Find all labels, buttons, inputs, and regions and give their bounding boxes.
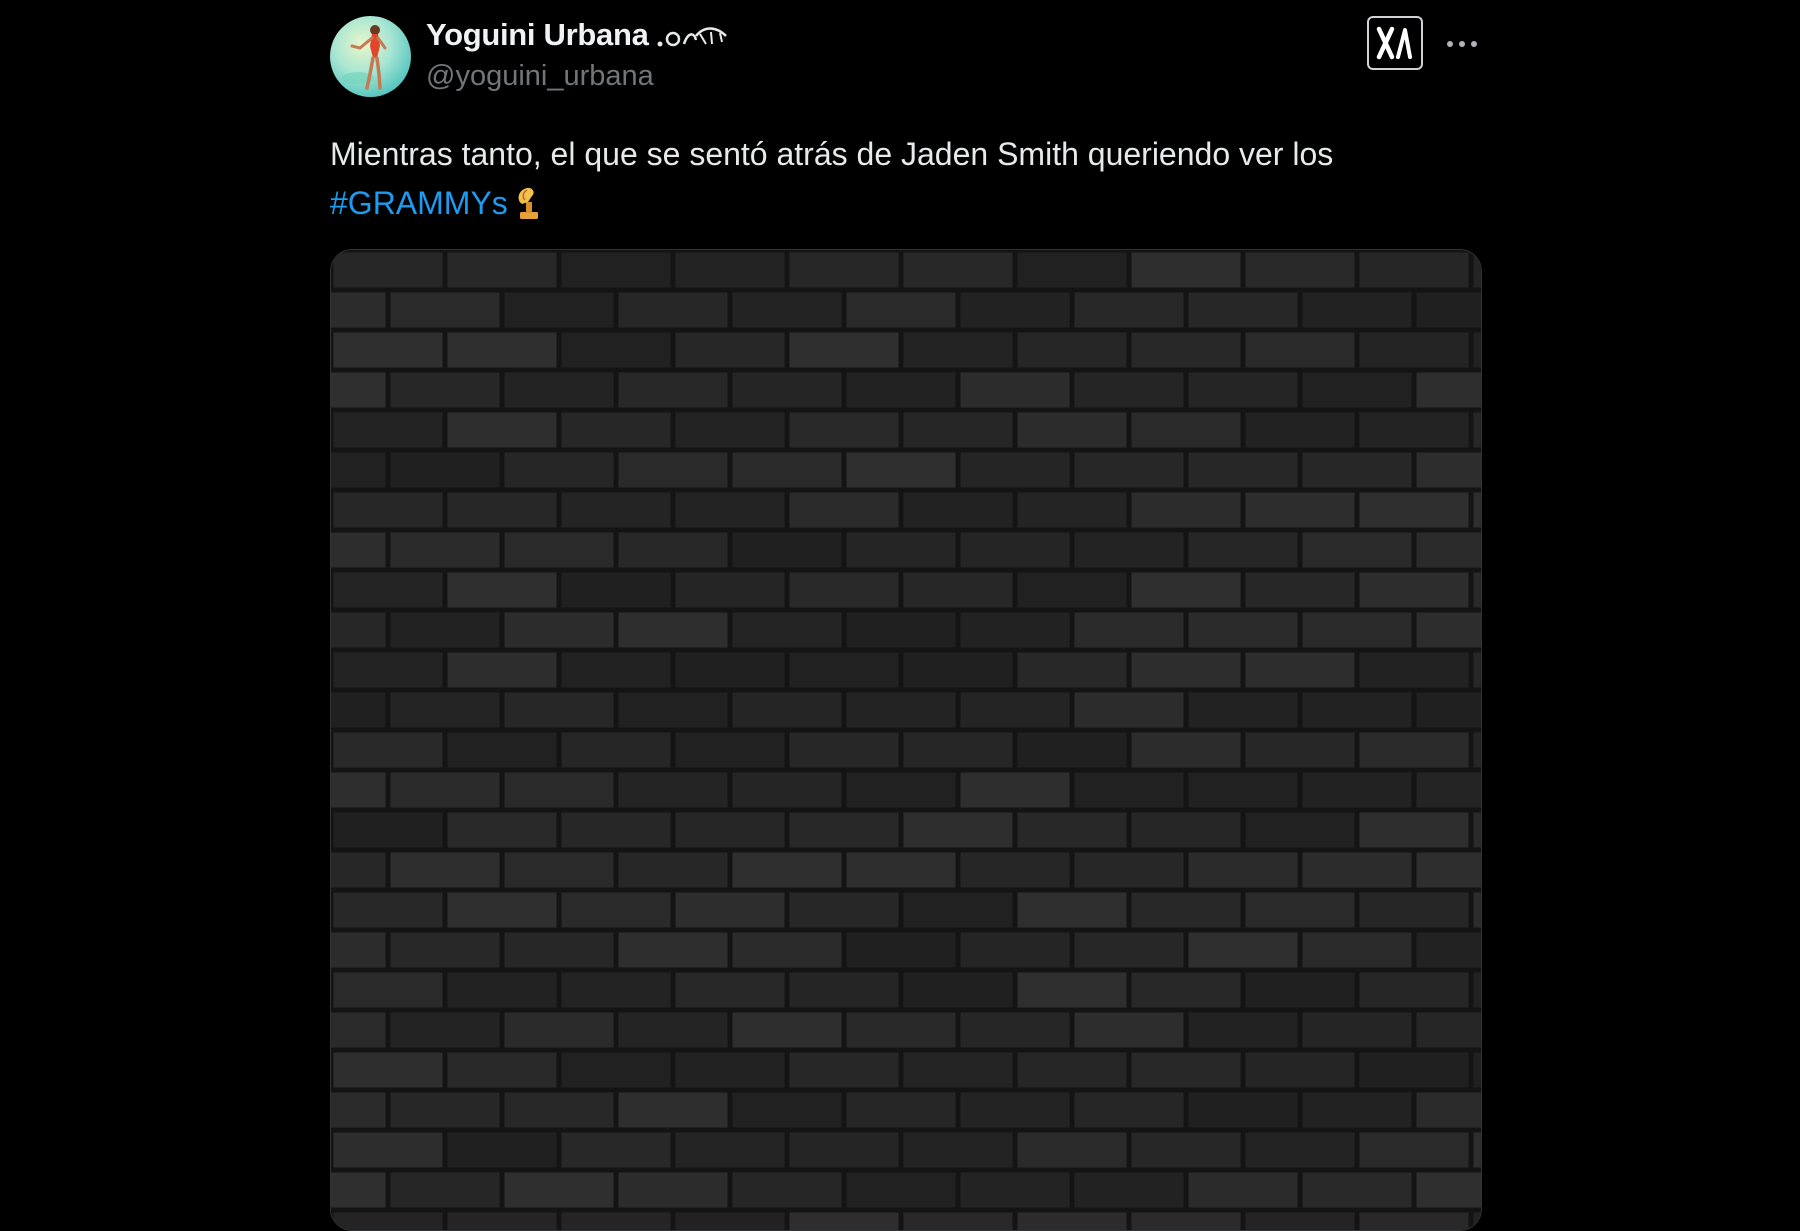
more-options-icon — [1447, 41, 1477, 47]
tweet-media-image[interactable] — [330, 249, 1482, 1231]
hashtag-link[interactable]: #GRAMMYs — [330, 185, 508, 221]
x-logo-button[interactable] — [1367, 16, 1423, 70]
ornament-icon — [656, 24, 728, 55]
tweet-text-line: Mientras tanto, el que se sentó atrás de… — [330, 136, 1334, 172]
tweet-card: Yoguini Urbana @yoguini_urbana Mientras … — [330, 0, 1482, 1231]
avatar-photo — [342, 25, 387, 90]
brick-wall-image — [331, 250, 1481, 1230]
tweet-text: Mientras tanto, el que se sentó atrás de… — [330, 130, 1480, 234]
author-handle[interactable]: @yoguini_urbana — [426, 60, 654, 93]
tweet-text-line-2: #GRAMMYs — [330, 179, 1480, 234]
more-options-button[interactable] — [1442, 24, 1482, 64]
author-display-name[interactable]: Yoguini Urbana — [426, 17, 649, 53]
gramophone-trophy-icon — [514, 185, 544, 234]
x-logo-icon — [1376, 26, 1412, 60]
author-avatar[interactable] — [330, 16, 411, 97]
